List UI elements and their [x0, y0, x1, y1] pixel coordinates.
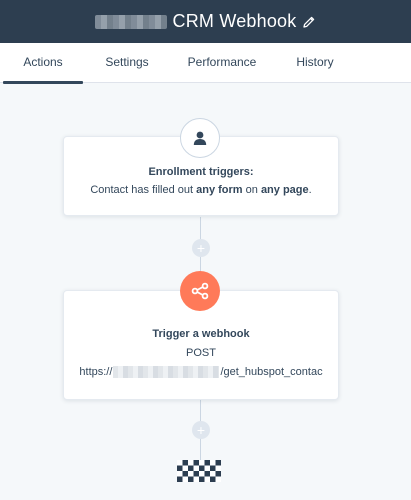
add-action-button[interactable]: +: [192, 421, 210, 439]
webhook-badge: [180, 271, 220, 311]
user-icon: [193, 131, 207, 145]
workflow-canvas: Enrollment triggers: Contact has filled …: [0, 84, 411, 500]
checkered-flag-icon: [177, 460, 221, 482]
webhook-method: POST: [186, 347, 216, 359]
workflow-header: CRM Webhook: [0, 0, 411, 43]
workflow-tabs: Actions Settings Performance History: [0, 43, 411, 84]
tab-settings[interactable]: Settings: [92, 43, 162, 83]
webhook-action-title: Trigger a webhook: [152, 328, 250, 340]
redacted-url-host: [113, 366, 220, 378]
webhook-icon: [191, 282, 209, 300]
enrollment-trigger-text: Contact has filled out any form on any p…: [90, 184, 312, 196]
enrollment-trigger-title: Enrollment triggers:: [148, 166, 254, 178]
tab-history[interactable]: History: [285, 43, 345, 83]
pencil-icon[interactable]: [302, 15, 316, 29]
enrollment-avatar: [180, 118, 220, 158]
webhook-url: https:// /get_hubspot_contac: [79, 366, 323, 378]
add-action-button[interactable]: +: [192, 239, 210, 257]
workflow-title[interactable]: CRM Webhook: [173, 11, 297, 32]
tab-actions[interactable]: Actions: [3, 43, 83, 84]
tab-performance[interactable]: Performance: [177, 43, 267, 83]
redacted-title-prefix: [94, 14, 167, 29]
workflow-title-wrap: CRM Webhook: [94, 11, 317, 32]
